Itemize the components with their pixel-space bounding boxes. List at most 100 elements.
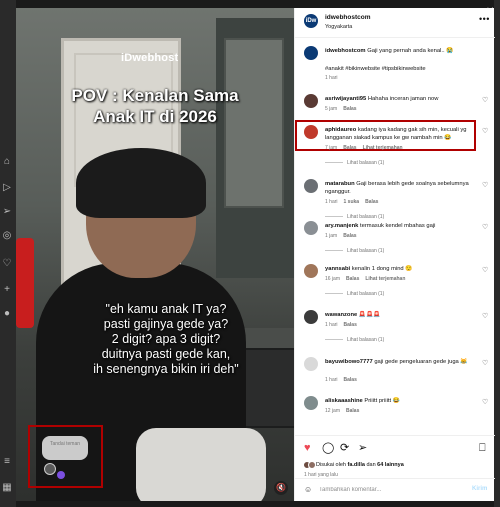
tag-avatar[interactable] bbox=[44, 463, 56, 475]
comment-avatar[interactable] bbox=[304, 396, 318, 410]
comment-text: aliskaaashine Priiitt priiitt 😂 bbox=[325, 397, 475, 405]
pov-title-line1: POV : Kenalan Sama bbox=[71, 86, 239, 105]
caption-hashtags[interactable]: #anakit #bikinwebsite #tipsbikinwebsite bbox=[325, 65, 475, 73]
pov-title-line2: Anak IT di 2026 bbox=[93, 107, 217, 126]
save-icon[interactable]: ⎕ bbox=[479, 442, 486, 454]
comment-avatar[interactable] bbox=[304, 125, 318, 139]
likes-summary[interactable]: Disukai oleh fa.dilla dan 64 lainnya bbox=[316, 462, 404, 468]
like-icon[interactable]: ♥ bbox=[304, 442, 311, 454]
explore-icon[interactable]: ◎ bbox=[1, 230, 13, 242]
view-replies-link[interactable]: Lihat balasan (1) bbox=[325, 337, 384, 343]
brand-overlay: iDwebhost bbox=[121, 52, 179, 64]
post-location[interactable]: Yogyakarta bbox=[325, 24, 352, 30]
comment-avatar[interactable] bbox=[304, 221, 318, 235]
reply-button[interactable]: Balas bbox=[343, 233, 356, 239]
view-replies-link[interactable]: Lihat balasan (1) bbox=[325, 160, 384, 166]
create-icon[interactable]: + bbox=[1, 284, 13, 296]
comment-text: ary.manjenk termasuk kendel mbahas gaji bbox=[325, 222, 475, 230]
view-replies-link[interactable]: Lihat balasan (1) bbox=[325, 214, 384, 220]
comment-avatar[interactable] bbox=[304, 179, 318, 193]
post-detail-panel: iDw idwebhostcom Yogyakarta ••• idwebhos… bbox=[294, 8, 495, 501]
meta-icon[interactable]: ▦ bbox=[1, 482, 13, 494]
likes-others[interactable]: 64 lainnya bbox=[377, 462, 404, 468]
tag-badge-icon bbox=[57, 471, 65, 479]
comment-composer: ☺ Kirim bbox=[295, 478, 495, 501]
repost-icon[interactable]: ⟳ bbox=[340, 442, 349, 454]
like-comment-icon[interactable]: ♡ bbox=[482, 127, 488, 135]
comment-input[interactable] bbox=[319, 484, 459, 496]
menu-icon[interactable]: ≡ bbox=[1, 456, 13, 468]
emoji-icon[interactable]: ☺ bbox=[304, 485, 312, 494]
reply-button[interactable]: Balas bbox=[365, 199, 378, 205]
home-icon[interactable]: ⌂ bbox=[1, 156, 13, 168]
comment-text: yannsabi kenalin 1 dong mind 😌 bbox=[325, 265, 475, 273]
comment-avatar[interactable] bbox=[304, 310, 318, 324]
comment-author[interactable]: yannsabi bbox=[325, 266, 350, 272]
profile-icon[interactable]: ● bbox=[1, 308, 13, 320]
comment-author[interactable]: ary.manjenk bbox=[325, 223, 358, 229]
comment-author[interactable]: asriwijayanti95 bbox=[325, 96, 366, 102]
like-comment-icon[interactable]: ♡ bbox=[482, 266, 488, 274]
like-comment-icon[interactable]: ♡ bbox=[482, 181, 488, 189]
likes-prefix: Disukai oleh bbox=[316, 462, 346, 468]
like-comment-icon[interactable]: ♡ bbox=[482, 96, 488, 104]
comments-list[interactable]: idwebhostcom Gaji yang pernah anda kenal… bbox=[295, 39, 495, 435]
reply-button[interactable]: Balas bbox=[343, 145, 356, 151]
likes-user[interactable]: fa.dilla bbox=[348, 462, 365, 468]
post-comment-button[interactable]: Kirim bbox=[472, 486, 487, 492]
reels-icon[interactable]: ▷ bbox=[1, 182, 13, 194]
comment-meta: 1 jam Balas bbox=[325, 233, 363, 239]
comment-body: kenalin 1 dong mind 😌 bbox=[351, 266, 413, 272]
comment-time: 5 jam bbox=[325, 106, 338, 112]
comment-time: 12 jam bbox=[325, 408, 341, 414]
background-object bbox=[16, 238, 34, 328]
tag-hint-bubble[interactable]: Tandai teman bbox=[42, 436, 88, 460]
comment-likes[interactable]: 1 suka bbox=[344, 199, 360, 205]
person-pants bbox=[136, 428, 266, 501]
comment-text: asriwijayanti95 Hahaha inceran jaman now bbox=[325, 95, 475, 103]
comment-icon[interactable]: ◯ bbox=[322, 442, 334, 454]
caption-author[interactable]: idwebhostcom bbox=[325, 48, 366, 54]
like-comment-icon[interactable]: ♡ bbox=[482, 398, 488, 406]
view-replies-link[interactable]: Lihat balasan (1) bbox=[325, 291, 384, 297]
comment-avatar[interactable] bbox=[304, 264, 318, 278]
comment-body: gaji gede pengeluaran gede juga 😹 bbox=[374, 359, 468, 365]
account-avatar[interactable]: iDw bbox=[304, 14, 318, 28]
comment-meta: 5 jam Balas bbox=[325, 106, 363, 112]
comment-author[interactable]: wawanzone bbox=[325, 312, 357, 318]
comment-author[interactable]: aliskaaashine bbox=[325, 398, 363, 404]
comment-time: 1 hari bbox=[325, 377, 338, 383]
comment-author[interactable]: aphidaureo bbox=[325, 127, 356, 133]
view-replies-link[interactable]: Lihat balasan (1) bbox=[325, 248, 384, 254]
like-comment-icon[interactable]: ♡ bbox=[482, 223, 488, 231]
see-translation-link[interactable]: Lihat terjemahan bbox=[365, 276, 405, 282]
comment-author[interactable]: bayuwibowo7777 bbox=[325, 359, 373, 365]
comment-meta: 1 hari 1 suka Balas bbox=[325, 199, 384, 205]
caption-time: 1 hari bbox=[325, 75, 338, 81]
account-name[interactable]: idwebhostcom bbox=[325, 14, 371, 21]
share-icon[interactable]: ➢ bbox=[358, 442, 367, 454]
like-comment-icon[interactable]: ♡ bbox=[482, 359, 488, 367]
reply-button[interactable]: Balas bbox=[344, 377, 357, 383]
mute-icon[interactable]: 🔇 bbox=[274, 481, 288, 495]
comment-author[interactable]: matarabun bbox=[325, 181, 355, 187]
see-translation-link[interactable]: Lihat terjemahan bbox=[363, 145, 403, 151]
comment-meta: 1 hari Balas bbox=[325, 322, 363, 328]
comment-avatar[interactable] bbox=[304, 357, 318, 371]
like-comment-icon[interactable]: ♡ bbox=[482, 312, 488, 320]
comment-avatar[interactable] bbox=[304, 94, 318, 108]
reply-button[interactable]: Balas bbox=[346, 276, 359, 282]
comment-text: aphidaureo kadang iya kadang gak sih min… bbox=[325, 126, 475, 142]
post-media[interactable]: iDwebhost POV : Kenalan Sama Anak IT di … bbox=[16, 8, 294, 501]
comment-time: 1 jam bbox=[325, 233, 338, 239]
send-icon[interactable]: ➢ bbox=[1, 206, 13, 218]
notifications-icon[interactable]: ♡ bbox=[1, 258, 13, 270]
caption-avatar[interactable] bbox=[304, 46, 318, 60]
comment-text: wawanzone 🚨🚨🚨 bbox=[325, 311, 475, 319]
caption-text: idwebhostcom Gaji yang pernah anda kenal… bbox=[325, 47, 475, 55]
comment-body: Hahaha inceran jaman now bbox=[367, 96, 439, 102]
close-icon[interactable]: ✕ bbox=[486, 6, 494, 17]
reply-button[interactable]: Balas bbox=[344, 322, 357, 328]
reply-button[interactable]: Balas bbox=[343, 106, 356, 112]
reply-button[interactable]: Balas bbox=[346, 408, 359, 414]
